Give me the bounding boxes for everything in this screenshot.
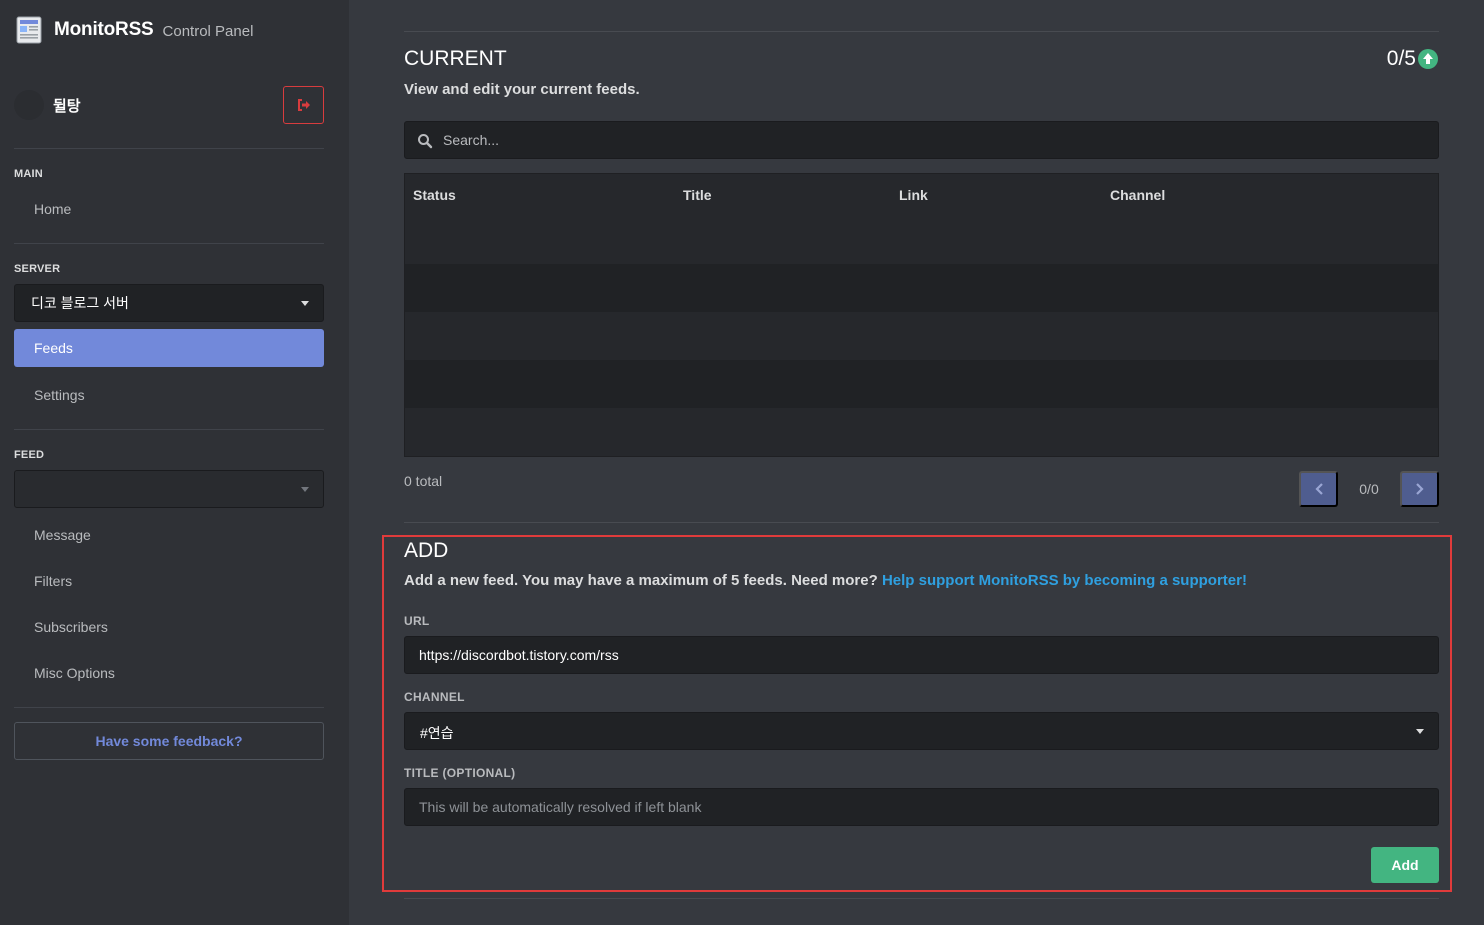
title-input[interactable] (419, 789, 1419, 825)
search-icon (418, 134, 433, 149)
column-header-status[interactable]: Status (413, 187, 456, 203)
add-description-text: Add a new feed. You may have a maximum o… (404, 572, 878, 589)
sidebar-item-feeds[interactable]: Feeds (14, 329, 324, 367)
channel-select[interactable]: #연습 (404, 712, 1439, 750)
current-section-description: View and edit your current feeds. (404, 81, 640, 98)
caret-down-icon (1416, 729, 1424, 734)
sidebar-item-filters[interactable]: Filters (14, 562, 324, 600)
page-indicator: 0/0 (1359, 481, 1379, 497)
divider (404, 31, 1439, 32)
chevron-left-icon (1314, 483, 1323, 495)
search-input[interactable] (443, 122, 1423, 158)
feed-count: 0/5 (1387, 47, 1438, 71)
channel-label: CHANNEL (404, 690, 465, 704)
channel-select-value: #연습 (420, 725, 454, 741)
divider (14, 243, 324, 244)
avatar (14, 90, 44, 120)
supporter-link[interactable]: Help support MonitoRSS by becoming a sup… (882, 572, 1247, 589)
brand[interactable]: MonitoRSS Control Panel (14, 14, 253, 46)
sidebar-item-misc-options[interactable]: Misc Options (14, 654, 324, 692)
url-label: URL (404, 614, 430, 628)
user-row: 뒬탕 (14, 86, 324, 124)
url-field (404, 636, 1439, 674)
divider (14, 429, 324, 430)
add-section-description: Add a new feed. You may have a maximum o… (404, 572, 1247, 589)
divider (14, 148, 324, 149)
sidebar-item-subscribers[interactable]: Subscribers (14, 608, 324, 646)
sign-out-icon (297, 99, 310, 111)
chevron-right-icon (1415, 483, 1424, 495)
section-label-feed: FEED (14, 449, 45, 461)
divider (14, 707, 324, 708)
feedback-button[interactable]: Have some feedback? (14, 722, 324, 760)
logout-button[interactable] (283, 86, 324, 124)
title-field (404, 788, 1439, 826)
sidebar-item-message[interactable]: Message (14, 516, 324, 554)
section-label-main: MAIN (14, 168, 43, 180)
server-select-value: 디코 블로그 서버 (31, 295, 129, 311)
total-count: 0 total (404, 473, 443, 489)
main-content: CURRENT 0/5 View and edit your current f… (349, 0, 1484, 925)
table-row (405, 360, 1438, 408)
server-select[interactable]: 디코 블로그 서버 (14, 284, 324, 322)
table-row (405, 216, 1438, 264)
table-row (405, 312, 1438, 360)
sidebar-item-settings[interactable]: Settings (14, 376, 324, 414)
divider (404, 898, 1439, 899)
table-header: Status Title Link Channel (405, 174, 1438, 216)
column-header-channel[interactable]: Channel (1110, 187, 1165, 203)
newspaper-logo-icon (14, 15, 44, 45)
url-input[interactable] (419, 637, 1419, 673)
table-row (405, 264, 1438, 312)
column-header-title[interactable]: Title (683, 187, 712, 203)
column-header-link[interactable]: Link (899, 187, 928, 203)
caret-down-icon (301, 487, 309, 492)
arrow-up-circle-icon[interactable] (1418, 49, 1438, 69)
next-page-button[interactable] (1400, 471, 1439, 507)
caret-down-icon (301, 301, 309, 306)
add-feed-button[interactable]: Add (1371, 847, 1439, 883)
feed-select[interactable] (14, 470, 324, 508)
app-name: MonitoRSS (54, 19, 154, 40)
feeds-table: Status Title Link Channel (404, 173, 1439, 457)
previous-page-button[interactable] (1299, 471, 1338, 507)
sidebar-item-home[interactable]: Home (14, 190, 324, 228)
sidebar: MonitoRSS Control Panel 뒬탕 MAIN Home SER… (0, 0, 349, 925)
section-label-server: SERVER (14, 263, 61, 275)
title-label: TITLE (OPTIONAL) (404, 766, 516, 780)
app-subtitle: Control Panel (162, 22, 254, 40)
divider (404, 522, 1439, 523)
feed-search (404, 121, 1439, 159)
current-section-title: CURRENT (404, 47, 507, 70)
user-name: 뒬탕 (53, 98, 81, 115)
feed-count-value: 0/5 (1386, 47, 1416, 70)
table-row (405, 408, 1438, 456)
add-section-title: ADD (404, 539, 449, 562)
